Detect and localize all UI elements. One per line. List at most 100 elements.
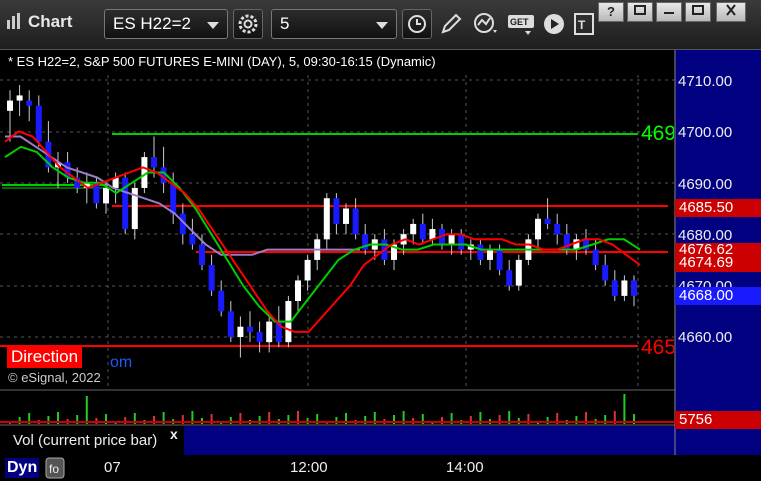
minimize-button[interactable] — [656, 2, 682, 22]
restore-button[interactable] — [627, 2, 653, 22]
price-axis-label: 4710.00 — [678, 73, 733, 90]
candle — [477, 244, 484, 260]
candle — [151, 157, 157, 168]
candle — [323, 198, 330, 240]
candle — [506, 270, 513, 286]
candle — [611, 280, 618, 296]
svg-text:GET: GET — [510, 17, 529, 27]
volume-bar — [623, 394, 626, 424]
resistance-price-tag: 4685.50 — [675, 199, 761, 217]
price-axis-label: 4690.00 — [678, 176, 733, 193]
restore-icon — [634, 5, 646, 15]
volume-bar — [85, 396, 88, 424]
candle — [7, 100, 13, 111]
candle — [237, 326, 244, 337]
candle — [304, 259, 311, 281]
candle — [487, 249, 493, 260]
candle — [266, 321, 273, 343]
candle — [295, 280, 301, 302]
green-level-label: 469 — [641, 122, 674, 145]
toolbar: Chart ES H22=2 5 GET T ? — [0, 0, 761, 50]
minimize-icon — [664, 12, 674, 14]
svg-text:T: T — [578, 18, 586, 32]
gear-icon — [238, 14, 258, 34]
get-button[interactable]: GET — [504, 9, 534, 39]
candle — [621, 280, 628, 296]
dynamic-mode-label[interactable]: Dyn — [5, 458, 40, 478]
time-axis-label: 07 — [104, 459, 121, 476]
candle — [26, 100, 33, 106]
close-icon — [726, 4, 736, 16]
candle — [199, 244, 205, 266]
close-icon[interactable]: x — [170, 426, 178, 442]
time-axis-label: 14:00 — [446, 459, 484, 476]
pencil-icon — [441, 13, 462, 34]
chevron-down-icon[interactable] — [376, 22, 388, 29]
interval-value: 5 — [280, 14, 290, 33]
draw-button[interactable] — [436, 9, 466, 39]
direction-label[interactable]: Direction — [7, 346, 83, 368]
candle — [189, 234, 196, 245]
candle — [602, 265, 609, 281]
candle — [535, 218, 541, 240]
settings-button[interactable] — [233, 9, 263, 39]
window-title: Chart — [28, 12, 73, 31]
candle — [16, 95, 23, 101]
candle — [496, 249, 503, 271]
price-axis-label: 4680.00 — [678, 227, 733, 244]
last-price-tag: 4668.00 — [675, 287, 761, 305]
chart-background — [0, 50, 761, 481]
volume-label-panel — [184, 426, 675, 455]
candle — [227, 311, 234, 337]
template-icon: T — [574, 13, 594, 35]
maximize-icon — [692, 5, 704, 15]
interval-combo[interactable]: 5 — [271, 9, 397, 39]
studies-button[interactable] — [470, 9, 500, 39]
time-axis-label: 12:00 — [290, 459, 328, 476]
candle — [352, 208, 359, 235]
chevron-down-icon[interactable] — [207, 22, 219, 29]
svg-text:fo: fo — [49, 462, 59, 476]
candle — [208, 265, 215, 291]
corner-panel — [675, 426, 761, 455]
candle — [218, 290, 225, 312]
candle — [544, 218, 551, 224]
candle — [419, 223, 426, 240]
candle — [458, 234, 465, 250]
red-level-label: 465 — [641, 336, 674, 359]
volume-panel-label[interactable]: Vol (current price bar) — [5, 428, 183, 454]
candle — [333, 198, 340, 224]
candle — [256, 331, 263, 343]
red-ma-price-tag: 4674.69 — [675, 254, 761, 272]
candle — [35, 105, 42, 142]
chart-header: * ES H22=2, S&P 500 FUTURES E-MINI (DAY)… — [8, 54, 436, 69]
candle — [103, 187, 109, 204]
candle — [247, 326, 253, 332]
get-icon: GET — [508, 15, 534, 35]
study-chart-icon — [474, 13, 497, 33]
symbol-combo[interactable]: ES H22=2 — [104, 9, 228, 39]
price-axis-label: 4700.00 — [678, 124, 733, 141]
candle — [410, 223, 417, 235]
candle — [343, 208, 349, 224]
volume-tag: 5756 — [675, 411, 761, 429]
template-button[interactable]: T — [570, 9, 600, 39]
help-button[interactable]: ? — [598, 2, 624, 22]
candle — [515, 259, 522, 286]
candle — [592, 249, 599, 266]
maximize-button[interactable] — [685, 2, 711, 22]
candle — [554, 223, 561, 235]
time-button[interactable] — [402, 9, 432, 39]
link-icon[interactable]: fo — [45, 457, 65, 479]
clock-icon — [408, 15, 426, 33]
price-chart[interactable] — [0, 50, 761, 481]
price-axis-label: 4660.00 — [678, 329, 733, 346]
play-button[interactable] — [539, 9, 569, 39]
candle — [448, 234, 455, 245]
candle — [631, 280, 637, 296]
close-button[interactable] — [716, 2, 746, 22]
direction-link-suffix[interactable]: om — [110, 354, 132, 372]
play-circle-icon — [544, 14, 564, 34]
copyright: © eSignal, 2022 — [8, 370, 101, 385]
symbol-value: ES H22=2 — [113, 14, 191, 33]
